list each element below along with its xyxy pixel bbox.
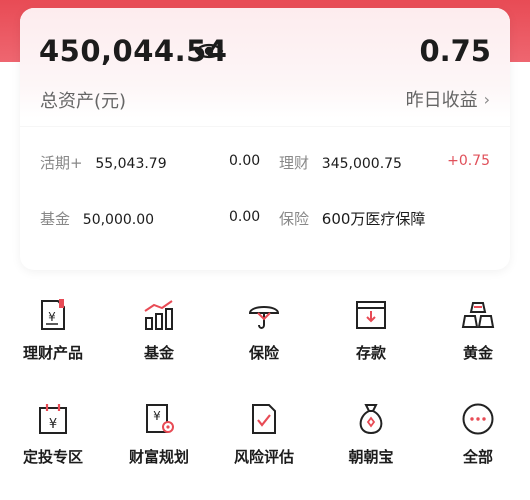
yesterday-earnings-amount: 0.75 bbox=[419, 34, 491, 68]
wealth-product-icon: ¥ bbox=[41, 299, 65, 330]
breakdown-wealth[interactable]: 理财 345,000.75 bbox=[279, 152, 402, 173]
grid-item-fund[interactable]: 基金 bbox=[114, 298, 204, 363]
grid-item-gold[interactable]: 黄金 bbox=[433, 298, 523, 363]
grid-item-all[interactable]: 全部 bbox=[433, 402, 523, 467]
breakdown-fund[interactable]: 基金 50,000.00 bbox=[40, 208, 154, 229]
breakdown-insurance[interactable]: 保险 600万医疗保障 bbox=[279, 208, 425, 229]
wealth-plan-icon: ¥ bbox=[146, 404, 174, 433]
divider bbox=[20, 126, 510, 127]
breakdown-label: 基金 bbox=[40, 210, 71, 228]
chevron-right-icon: › bbox=[483, 89, 490, 109]
grid-item-risk-assessment[interactable]: 风险评估 bbox=[219, 402, 309, 467]
breakdown-value: 345,000.75 bbox=[321, 156, 402, 172]
yesterday-earnings-label: 昨日收益 bbox=[405, 90, 478, 111]
grid-item-label: 黄金 bbox=[462, 344, 493, 362]
breakdown-change: 0.00 bbox=[229, 153, 261, 169]
gold-bars-icon bbox=[461, 302, 495, 328]
grid-item-zhaozhaobao[interactable]: 朝朝宝 bbox=[326, 402, 416, 467]
money-bag-icon bbox=[359, 404, 383, 435]
grid-item-label: 朝朝宝 bbox=[348, 448, 394, 466]
grid-item-label: 全部 bbox=[462, 448, 493, 466]
grid-item-label: 存款 bbox=[355, 344, 386, 362]
calendar-yen-icon: ¥ bbox=[39, 404, 67, 434]
grid-item-deposit[interactable]: 存款 bbox=[326, 298, 416, 363]
breakdown-label: 活期+ bbox=[40, 154, 83, 172]
more-icon bbox=[462, 403, 494, 435]
svg-text:¥: ¥ bbox=[48, 310, 56, 324]
grid-item-fixed-investment[interactable]: ¥ 定投专区 bbox=[8, 402, 98, 467]
breakdown-demand[interactable]: 活期+ 55,043.79 bbox=[40, 152, 167, 173]
grid-item-label: 定投专区 bbox=[22, 448, 83, 466]
deposit-icon bbox=[356, 301, 386, 329]
grid-item-label: 保险 bbox=[248, 344, 279, 362]
breakdown-change: +0.75 bbox=[447, 153, 490, 169]
total-assets-label: 总资产(元) bbox=[40, 91, 127, 112]
asset-card: 450,044.54 0.75 总资产(元) 昨日收益 › 活期+ 55,043… bbox=[20, 8, 510, 270]
svg-text:¥: ¥ bbox=[153, 409, 161, 423]
grid-item-wealth-products[interactable]: ¥ 理财产品 bbox=[8, 298, 98, 363]
breakdown-value: 55,043.79 bbox=[95, 156, 167, 172]
grid-item-label: 财富规划 bbox=[128, 448, 189, 466]
breakdown-label: 保险 bbox=[279, 210, 310, 228]
grid-item-insurance[interactable]: 保险 bbox=[219, 298, 309, 363]
svg-text:¥: ¥ bbox=[49, 417, 57, 432]
breakdown-change: 0.00 bbox=[229, 209, 261, 225]
yesterday-earnings-link[interactable]: 昨日收益 › bbox=[406, 86, 490, 112]
breakdown-value: 600万医疗保障 bbox=[321, 210, 426, 228]
risk-check-icon bbox=[252, 404, 276, 434]
umbrella-icon bbox=[248, 306, 280, 329]
eye-icon[interactable] bbox=[194, 40, 224, 62]
grid-item-label: 风险评估 bbox=[233, 448, 294, 466]
breakdown-value: 50,000.00 bbox=[82, 212, 155, 228]
breakdown-label: 理财 bbox=[279, 154, 310, 172]
grid-item-label: 理财产品 bbox=[22, 344, 83, 362]
grid-item-label: 基金 bbox=[143, 344, 174, 362]
fund-chart-icon bbox=[144, 300, 173, 330]
grid-item-wealth-planning[interactable]: ¥ 财富规划 bbox=[114, 402, 204, 467]
